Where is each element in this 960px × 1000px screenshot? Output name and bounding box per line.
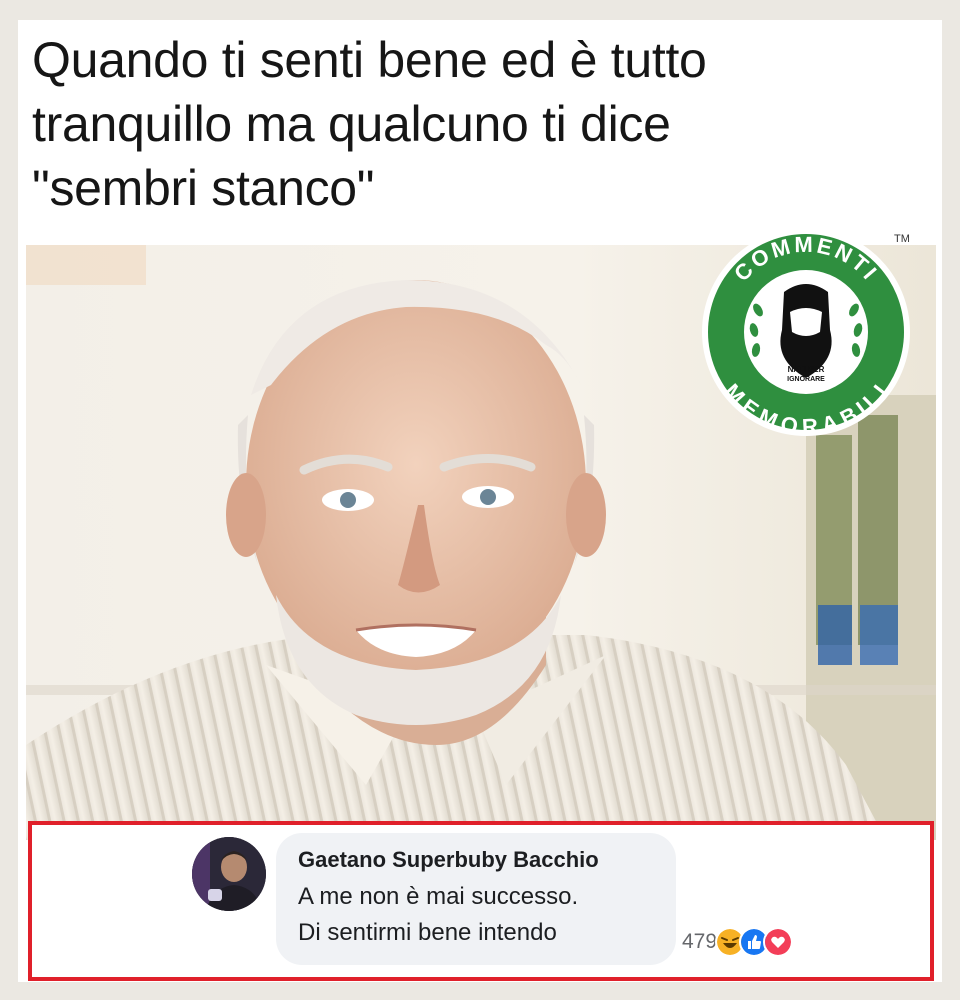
highlighted-comment: Gaetano Superbuby Bacchio A me non è mai…: [28, 821, 934, 981]
reaction-summary[interactable]: 479: [682, 927, 794, 957]
comment-author[interactable]: Gaetano Superbuby Bacchio: [298, 847, 599, 873]
commenti-memorabili-logo: COMMENTI MEMORABILI NATI PER IGNORARE TM: [702, 228, 910, 439]
badge-small-text-1: NATI PER: [788, 365, 825, 374]
meme-card: Quando ti senti bene ed è tutto tranquil…: [18, 20, 942, 982]
reaction-count: 479: [682, 930, 718, 953]
badge-small-text-2: IGNORARE: [787, 376, 825, 383]
comment-text: A me non è mai successo. Di sentirmi ben…: [298, 883, 579, 946]
trademark-symbol: TM: [894, 233, 910, 245]
meme-caption: Quando ti senti bene ed è tutto tranquil…: [32, 32, 707, 216]
love-icon: [763, 927, 794, 957]
avatar[interactable]: [192, 837, 266, 911]
comment-bubble: Gaetano Superbuby Bacchio A me non è mai…: [276, 833, 676, 965]
